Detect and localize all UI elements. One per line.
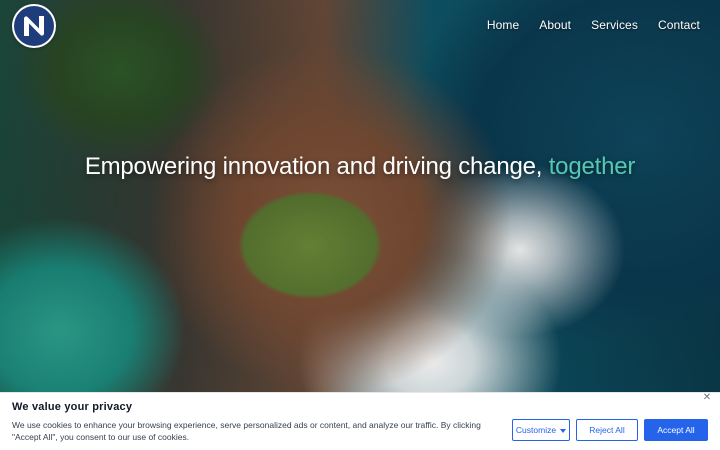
nav-about[interactable]: About	[539, 18, 571, 32]
primary-navigation: Home About Services Contact	[487, 14, 700, 36]
hero-headline: Empowering innovation and driving change…	[0, 153, 720, 181]
nav-contact[interactable]: Contact	[658, 18, 700, 32]
hero-headline-main: Empowering innovation and driving change…	[84, 153, 543, 180]
cookie-banner-title: We value your privacy	[12, 401, 133, 413]
logo[interactable]	[12, 4, 56, 48]
brand-logo-icon	[14, 6, 54, 46]
reject-all-button-label: Reject All	[589, 425, 625, 435]
accept-all-button-label: Accept All	[657, 425, 695, 435]
hero-overlay	[0, 0, 720, 450]
close-icon[interactable]: ✕	[702, 393, 712, 403]
top-navigation-bar: Home About Services Contact	[0, 0, 720, 50]
hero-headline-accent: together	[548, 153, 636, 180]
nav-home[interactable]: Home	[487, 18, 519, 32]
customize-button[interactable]: Customize	[512, 419, 570, 441]
nav-services[interactable]: Services	[591, 18, 638, 32]
cookie-banner-actions: Customize Reject All Accept All	[512, 419, 708, 441]
customize-button-label: Customize	[515, 425, 557, 435]
reject-all-button[interactable]: Reject All	[576, 419, 638, 441]
accept-all-button[interactable]: Accept All	[644, 419, 708, 441]
cookie-consent-banner: ✕ We value your privacy We use cookies t…	[0, 392, 720, 450]
cookie-banner-text: We use cookies to enhance your browsing …	[12, 420, 481, 442]
chevron-down-icon	[560, 428, 567, 433]
